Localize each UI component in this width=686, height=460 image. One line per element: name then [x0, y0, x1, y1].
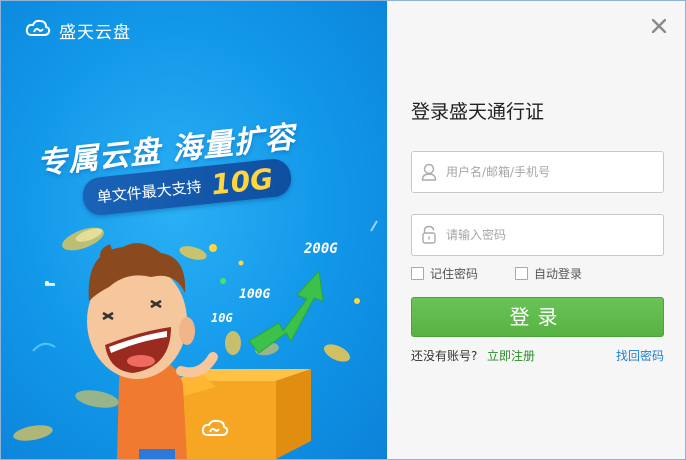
user-icon: [412, 152, 446, 192]
growth-label-10g: 10G: [211, 311, 233, 325]
promo-pill-text: 单文件最大支持: [96, 177, 203, 206]
forgot-password-link[interactable]: 找回密码: [616, 347, 664, 364]
no-account-text: 还没有账号?: [411, 349, 478, 363]
remember-password-label: 记住密码: [430, 267, 479, 281]
promo-banner: 盛天云盘 专属云盘 海量扩容 单文件最大支持 10G 200G 100G 10G: [1, 1, 387, 459]
login-footer: 还没有账号? 立即注册 找回密码: [411, 347, 664, 363]
login-button[interactable]: 登录: [411, 297, 664, 337]
auto-login-checkbox[interactable]: [515, 267, 528, 280]
login-panel: 登录盛天通行证 记住密码: [387, 1, 685, 459]
auto-login-option[interactable]: 自动登录: [515, 265, 582, 282]
growth-label-100g: 100G: [239, 287, 271, 302]
remember-password-option[interactable]: 记住密码: [411, 265, 478, 282]
growth-label-200g: 200G: [304, 241, 338, 257]
remember-password-checkbox[interactable]: [411, 267, 424, 280]
close-button[interactable]: [649, 17, 669, 37]
auto-login-label: 自动登录: [534, 267, 583, 281]
password-input[interactable]: [446, 216, 656, 254]
login-options: 记住密码 自动登录: [411, 265, 664, 283]
register-link[interactable]: 立即注册: [487, 347, 535, 364]
lock-icon: [412, 215, 446, 255]
close-icon: [651, 18, 667, 37]
promo-pill-size: 10G: [209, 161, 275, 201]
password-field[interactable]: [411, 214, 664, 256]
username-field[interactable]: [411, 151, 664, 193]
login-window: 盛天云盘 专属云盘 海量扩容 单文件最大支持 10G 200G 100G 10G…: [0, 0, 686, 460]
username-input[interactable]: [446, 153, 656, 191]
login-title: 登录盛天通行证: [411, 101, 545, 123]
promo-illustration: [13, 220, 378, 459]
